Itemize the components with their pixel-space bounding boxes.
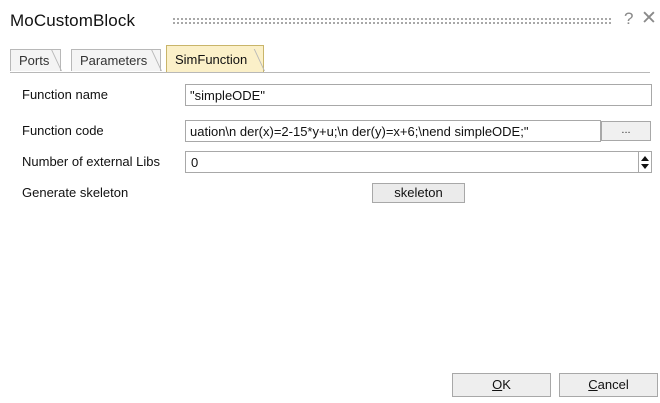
function-code-text: uation\n der(x)=2-15*y+u;\n der(y)=x+6;\… [190,124,529,139]
custom-block-dialog: MoCustomBlock ? ✕ Ports Parameters SimFu… [0,0,660,403]
browse-code-button[interactable]: ... [601,121,651,141]
cancel-accel: C [588,377,598,392]
tab-parameters-label: Parameters [80,53,148,68]
spin-down-icon[interactable] [641,164,649,169]
drag-grip[interactable] [172,17,612,26]
help-icon[interactable]: ? [624,9,633,29]
spin-up-icon[interactable] [641,156,649,161]
skeleton-button[interactable]: skeleton [372,183,465,203]
external-libs-input[interactable]: 0 [185,151,639,173]
external-libs-label: Number of external Libs [22,154,161,169]
ok-label-rest: K [502,377,511,392]
tab-parameters[interactable]: Parameters [71,49,161,71]
function-name-input[interactable]: "simpleODE" [185,84,652,106]
cancel-button[interactable]: Cancel [559,373,658,397]
external-libs-spinner[interactable] [639,151,652,173]
ok-button[interactable]: OK [452,373,551,397]
close-icon[interactable]: ✕ [641,7,657,30]
tab-simfunction[interactable]: SimFunction [166,45,264,73]
tab-simfunction-label: SimFunction [175,52,248,67]
tab-bar: Ports Parameters SimFunction [0,40,660,73]
ok-accel: O [492,377,503,392]
window-title: MoCustomBlock [10,11,136,30]
function-code-label: Function code [22,123,104,138]
function-name-label: Function name [22,87,108,102]
function-code-input[interactable]: uation\n der(x)=2-15*y+u;\n der(y)=x+6;\… [185,120,601,142]
simfunction-panel: Function name "simpleODE" Function code … [10,73,652,367]
title-bar[interactable]: MoCustomBlock ? ✕ [0,0,660,40]
generate-skeleton-label: Generate skeleton [22,185,129,200]
cancel-label-rest: ancel [597,377,629,392]
tab-ports-label: Ports [19,53,50,68]
